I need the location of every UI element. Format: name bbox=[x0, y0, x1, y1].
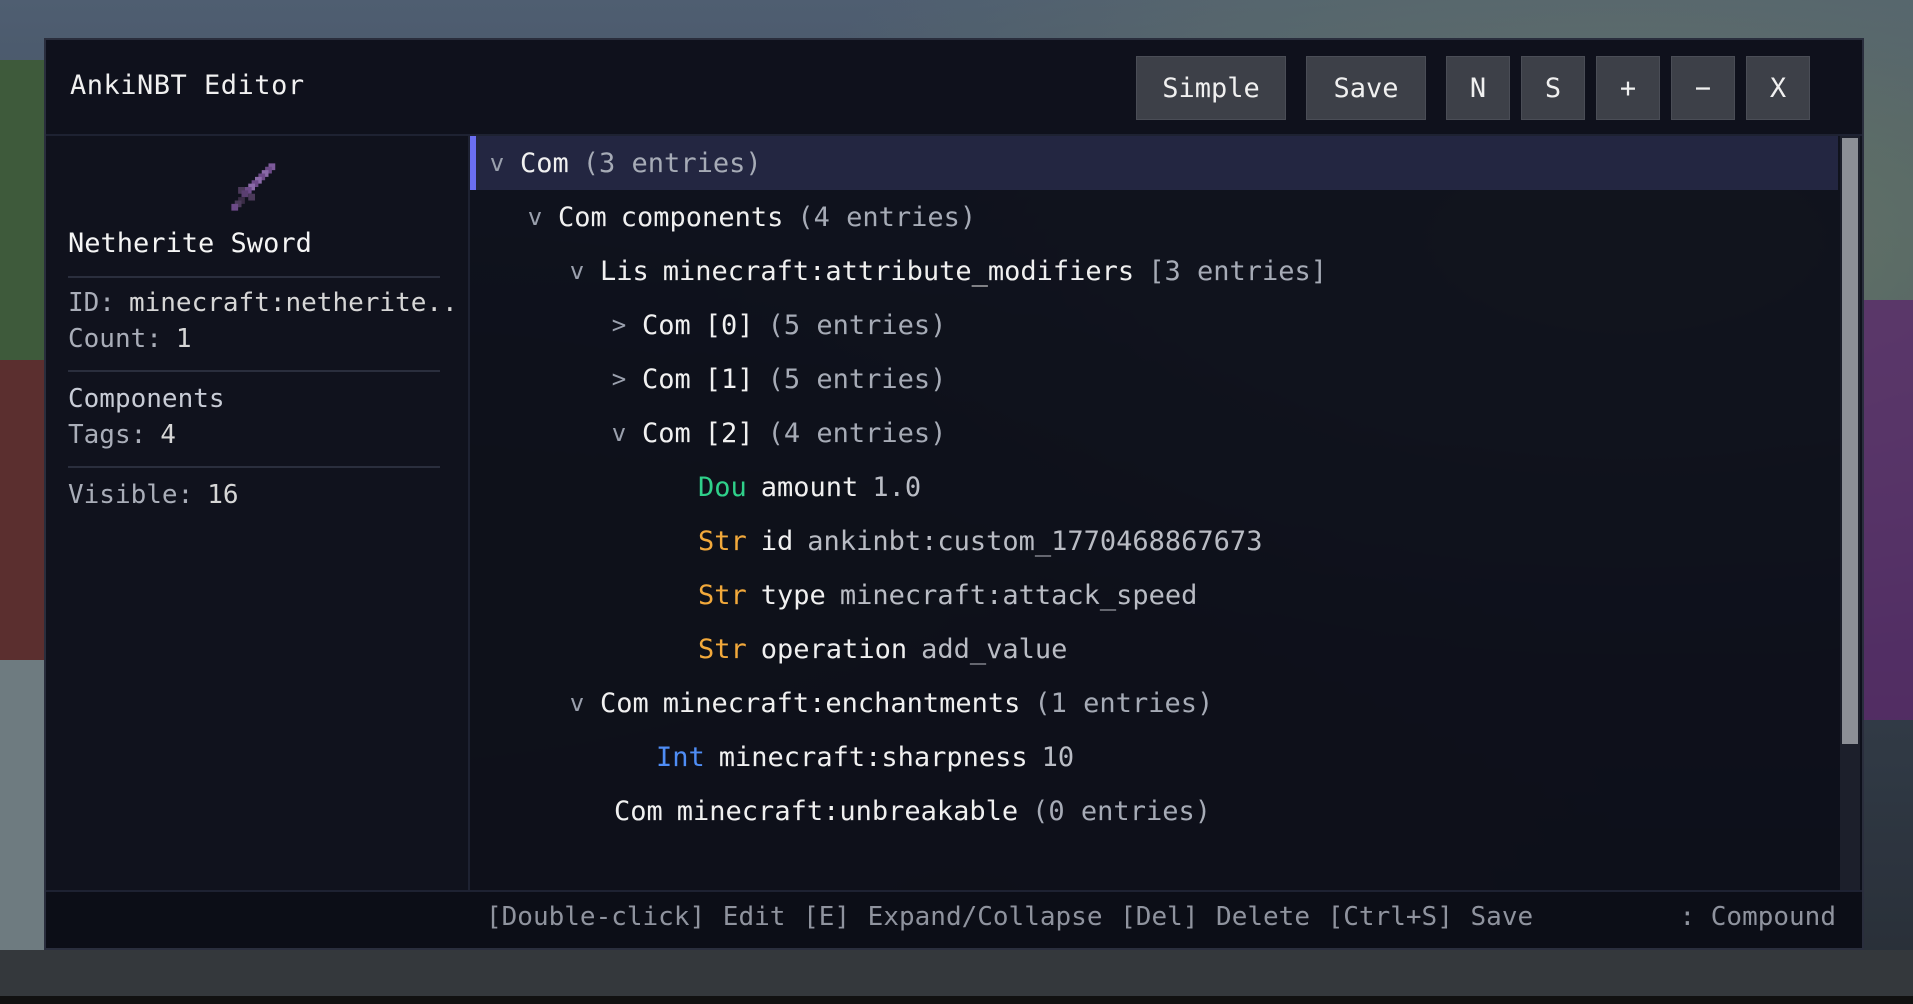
scrollbar-thumb[interactable] bbox=[1842, 138, 1858, 744]
tree-row[interactable]: Str operation add_value bbox=[470, 622, 1838, 676]
tags-label: Tags: bbox=[68, 420, 147, 450]
collapse-icon[interactable]: v bbox=[526, 203, 544, 231]
tag-type: Com bbox=[642, 417, 691, 449]
tag-key: type bbox=[760, 579, 826, 611]
tag-meta: (1 entries) bbox=[1034, 687, 1214, 719]
collapse-icon[interactable]: v bbox=[568, 689, 586, 717]
tag-type: Str bbox=[698, 579, 747, 611]
count-value: 1 bbox=[175, 324, 192, 354]
keyboard-hints: [Double-click] Edit [E] Expand/Collapse … bbox=[486, 902, 1534, 932]
selected-type-status: : Compound bbox=[1679, 902, 1836, 932]
tag-type: Str bbox=[698, 633, 747, 665]
tag-key: [2] bbox=[704, 417, 754, 449]
tag-meta: (3 entries) bbox=[582, 147, 762, 179]
close-button[interactable]: X bbox=[1746, 56, 1810, 120]
tag-value: 10 bbox=[1041, 741, 1075, 773]
tree-row[interactable]: Dou amount 1.0 bbox=[470, 460, 1838, 514]
tag-type: Com bbox=[642, 309, 691, 341]
background-block bbox=[1864, 300, 1913, 720]
tree-row[interactable]: v Com (3 entries) bbox=[470, 136, 1838, 190]
n-button[interactable]: N bbox=[1446, 56, 1510, 120]
expand-icon[interactable]: > bbox=[610, 311, 628, 339]
id-label: ID: bbox=[68, 288, 115, 318]
collapse-icon[interactable]: v bbox=[488, 149, 506, 177]
tree-row[interactable]: > Com [0] (5 entries) bbox=[470, 298, 1838, 352]
components-heading: Components bbox=[68, 384, 225, 414]
tag-type: Com bbox=[600, 687, 649, 719]
tag-type: Lis bbox=[600, 255, 649, 287]
tag-type: Int bbox=[656, 741, 705, 773]
tag-meta: (4 entries) bbox=[797, 201, 977, 233]
item-info-sidebar: Netherite Sword ID: minecraft:netherite..… bbox=[46, 136, 470, 890]
tree-row[interactable]: Com minecraft:unbreakable (0 entries) bbox=[470, 784, 1838, 838]
nbt-tree: v Com (3 entries) v Com components (4 en… bbox=[470, 136, 1838, 890]
background-block bbox=[0, 60, 44, 360]
background-block bbox=[0, 360, 44, 660]
tag-key: minecraft:enchantments bbox=[662, 687, 1021, 719]
tag-type: Dou bbox=[698, 471, 747, 503]
item-visible: Visible: 16 bbox=[68, 480, 239, 510]
tag-value: add_value bbox=[921, 633, 1068, 665]
item-id: ID: minecraft:netherite.. bbox=[68, 288, 458, 318]
tree-row[interactable]: v Com components (4 entries) bbox=[470, 190, 1838, 244]
title-bar: AnkiNBT Editor Simple Save N S + − X bbox=[46, 40, 1862, 136]
tag-key: id bbox=[760, 525, 794, 557]
divider bbox=[68, 276, 440, 278]
simple-mode-button[interactable]: Simple bbox=[1136, 56, 1286, 120]
background-block bbox=[0, 996, 1913, 1004]
tag-meta: (4 entries) bbox=[767, 417, 947, 449]
visible-value: 16 bbox=[207, 480, 239, 510]
item-name: Netherite Sword bbox=[68, 228, 312, 259]
tag-key: components bbox=[620, 201, 784, 233]
tag-key: operation bbox=[760, 633, 908, 665]
tree-row[interactable]: v Com [2] (4 entries) bbox=[470, 406, 1838, 460]
divider bbox=[68, 466, 440, 468]
window-title: AnkiNBT Editor bbox=[70, 70, 305, 101]
tag-key: minecraft:unbreakable bbox=[676, 795, 1019, 827]
save-button[interactable]: Save bbox=[1306, 56, 1426, 120]
add-button[interactable]: + bbox=[1596, 56, 1660, 120]
tag-value: ankinbt:custom_1770468867673 bbox=[807, 525, 1263, 557]
tag-type: Com bbox=[520, 147, 569, 179]
tag-key: minecraft:attribute_modifiers bbox=[662, 255, 1135, 287]
tree-row[interactable]: Str type minecraft:attack_speed bbox=[470, 568, 1838, 622]
tree-row[interactable]: v Com minecraft:enchantments (1 entries) bbox=[470, 676, 1838, 730]
tree-row[interactable]: Int minecraft:sharpness 10 bbox=[470, 730, 1838, 784]
s-button[interactable]: S bbox=[1521, 56, 1585, 120]
tree-row[interactable]: > Com [1] (5 entries) bbox=[470, 352, 1838, 406]
tag-type: Str bbox=[698, 525, 747, 557]
nbt-editor-window: AnkiNBT Editor Simple Save N S + − X Net… bbox=[44, 38, 1864, 950]
item-tags: Tags: 4 bbox=[68, 420, 176, 450]
id-value: minecraft:netherite.. bbox=[128, 288, 458, 318]
collapse-icon[interactable]: v bbox=[568, 257, 586, 285]
tag-type: Com bbox=[642, 363, 691, 395]
tag-meta: (0 entries) bbox=[1032, 795, 1211, 827]
tags-value: 4 bbox=[160, 420, 176, 450]
divider bbox=[68, 370, 440, 372]
tree-row[interactable]: v Lis minecraft:attribute_modifiers [3 e… bbox=[470, 244, 1838, 298]
tag-type: Com bbox=[614, 795, 663, 827]
tag-value: minecraft:attack_speed bbox=[839, 579, 1198, 611]
tag-meta: [3 entries] bbox=[1148, 255, 1327, 287]
remove-button[interactable]: − bbox=[1671, 56, 1735, 120]
tag-key: amount bbox=[760, 471, 859, 503]
status-bar: [Double-click] Edit [E] Expand/Collapse … bbox=[46, 890, 1862, 948]
tag-value: 1.0 bbox=[872, 471, 922, 503]
visible-label: Visible: bbox=[68, 480, 194, 510]
tag-key: [1] bbox=[704, 363, 754, 395]
tag-meta: (5 entries) bbox=[767, 309, 947, 341]
tag-meta: (5 entries) bbox=[767, 363, 947, 395]
item-count: Count: 1 bbox=[68, 324, 192, 354]
tag-key: [0] bbox=[704, 309, 754, 341]
netherite-sword-icon bbox=[231, 163, 276, 211]
tag-key: minecraft:sharpness bbox=[718, 741, 1028, 773]
tag-type: Com bbox=[558, 201, 607, 233]
expand-icon[interactable]: > bbox=[610, 365, 628, 393]
collapse-icon[interactable]: v bbox=[610, 419, 628, 447]
tree-row[interactable]: Str id ankinbt:custom_1770468867673 bbox=[470, 514, 1838, 568]
count-label: Count: bbox=[68, 324, 162, 354]
